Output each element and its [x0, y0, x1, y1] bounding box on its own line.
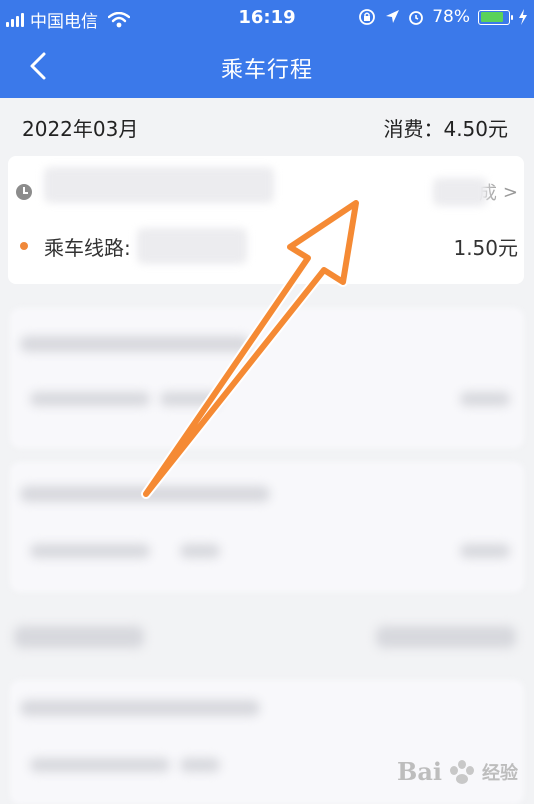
blurred-line — [20, 336, 250, 352]
nav-bar: 乘车行程 — [0, 36, 534, 98]
blurred-line — [14, 626, 144, 648]
alarm-icon — [409, 11, 424, 25]
blurred-card — [10, 462, 524, 592]
baidu-watermark: Bai 经验 — [397, 757, 518, 786]
chevron-right-icon: > — [502, 181, 518, 203]
blurred-line — [160, 392, 220, 406]
month-summary: 2022年03月 消费：4.50元 — [0, 98, 534, 156]
blurred-line — [180, 544, 220, 558]
paw-icon — [448, 758, 476, 786]
trip-status-link[interactable]: 成 > — [432, 178, 518, 206]
status-right: 78% — [358, 7, 528, 27]
spend-value: 4.50元 — [443, 116, 508, 141]
spend-summary: 消费：4.50元 — [383, 113, 508, 142]
watermark-suffix: 经验 — [482, 762, 518, 784]
watermark-brand: Bai — [397, 757, 442, 786]
blurred-trip-list — [0, 296, 534, 804]
clock-icon — [16, 184, 32, 200]
status-bar: 中国电信 16:19 78% — [0, 0, 534, 36]
blurred-line — [180, 758, 220, 772]
blurred-line — [460, 392, 510, 406]
redacted-route — [136, 228, 247, 264]
redacted-status — [432, 178, 487, 206]
route-label: 乘车线路: — [44, 235, 131, 260]
blurred-line — [460, 544, 510, 558]
route-dot-icon — [20, 242, 28, 250]
blurred-card — [10, 308, 524, 448]
battery-icon — [478, 9, 513, 25]
blurred-line — [30, 758, 170, 772]
trip-route-row: 乘车线路: 1.50元 — [16, 226, 518, 266]
trip-time-row[interactable]: 成 > — [16, 167, 518, 212]
charging-icon — [519, 9, 527, 25]
location-icon — [386, 10, 400, 23]
spend-label: 消费： — [383, 116, 444, 141]
blurred-line — [30, 392, 150, 406]
blurred-line — [376, 626, 516, 648]
blurred-line — [30, 544, 150, 558]
redacted-datetime — [44, 167, 274, 203]
blurred-line — [20, 486, 270, 502]
trip-amount: 1.50元 — [453, 235, 518, 260]
battery-percent: 78% — [432, 7, 470, 27]
orientation-lock-icon — [359, 9, 376, 25]
page-title: 乘车行程 — [220, 58, 313, 83]
blurred-line — [20, 700, 260, 716]
month-label: 2022年03月 — [22, 116, 139, 141]
